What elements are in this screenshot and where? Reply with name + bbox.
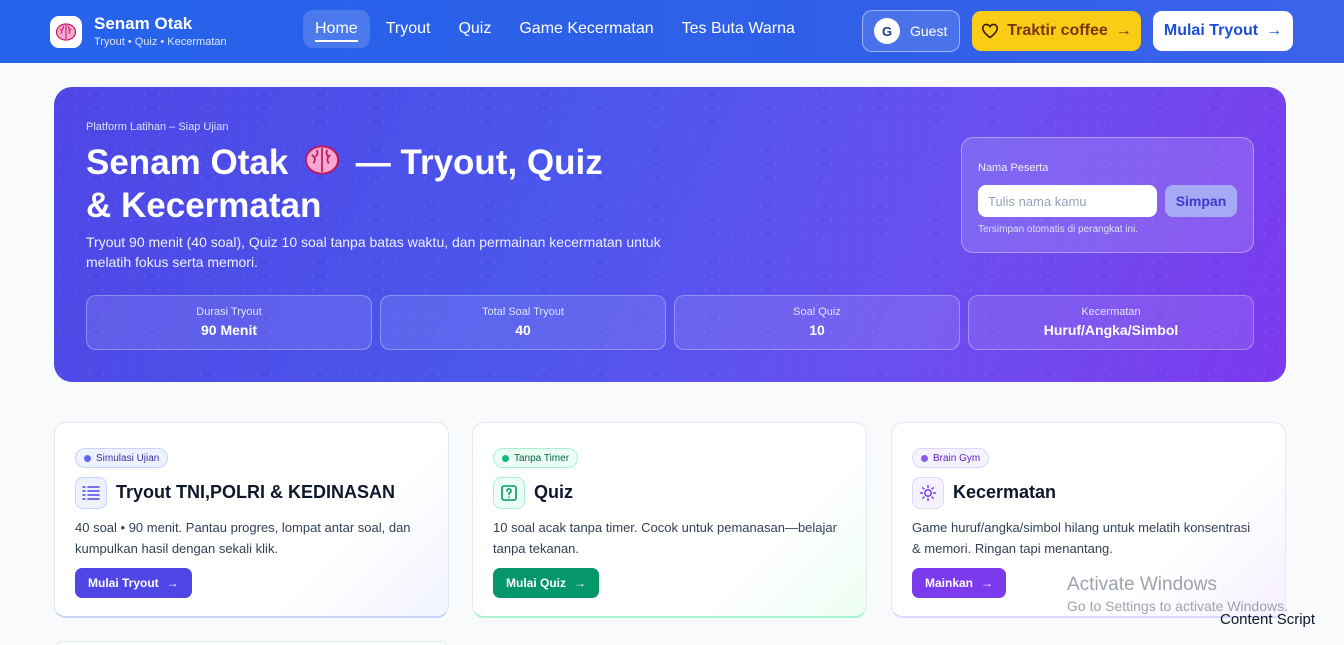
user-menu-button[interactable]: G Guest bbox=[862, 10, 960, 52]
stat-kecermatan: Kecermatan Huruf/Angka/Simbol bbox=[968, 295, 1254, 350]
start-tryout-label: Mulai Tryout bbox=[1163, 22, 1259, 39]
list-icon bbox=[75, 477, 107, 509]
hero-banner: Platform Latihan – Siap Ujian Senam Otak… bbox=[54, 87, 1286, 382]
nav-home-label: Home bbox=[315, 20, 358, 42]
start-tryout-card-button[interactable]: Mulai Tryout → bbox=[75, 568, 192, 598]
arrow-right-icon: → bbox=[981, 576, 994, 590]
nav-item-quiz[interactable]: Quiz bbox=[446, 10, 503, 48]
nav-item-home[interactable]: Home bbox=[303, 10, 370, 48]
card-title: Kecermatan bbox=[953, 482, 1057, 502]
name-label: Nama Peserta bbox=[978, 162, 1049, 174]
stat-label: Soal Quiz bbox=[793, 306, 841, 318]
button-label: Mulai Quiz bbox=[506, 576, 566, 590]
stat-label: Kecermatan bbox=[1081, 306, 1141, 318]
stat-durasi-tryout: Durasi Tryout 90 Menit bbox=[86, 295, 372, 350]
content-script-label: Content Script bbox=[1220, 611, 1316, 628]
nav-item-tes-buta-warna[interactable]: Tes Buta Warna bbox=[670, 10, 807, 48]
hero-title-part2: — Tryout, Quiz bbox=[355, 143, 603, 182]
arrow-right-icon: → bbox=[1115, 22, 1132, 39]
brand-title: Senam Otak bbox=[94, 14, 193, 33]
hero-title-part3: & Kecermatan bbox=[86, 186, 322, 226]
stat-value: 10 bbox=[809, 322, 825, 338]
card-description: 40 soal • 90 menit. Pantau progres, lomp… bbox=[75, 520, 411, 556]
brain-icon bbox=[50, 15, 82, 48]
heart-icon bbox=[982, 23, 999, 39]
status-badge: Simulasi Ujian bbox=[75, 448, 169, 468]
coffee-label: Traktir coffee bbox=[1007, 22, 1108, 39]
card-description: Game huruf/angka/simbol hilang untuk mel… bbox=[912, 520, 1251, 556]
hero-title: Senam Otak — Tryout, Quiz & Kecermatan bbox=[86, 143, 686, 226]
coffee-button[interactable]: Traktir coffee → bbox=[972, 11, 1141, 51]
nav-item-tryout[interactable]: Tryout bbox=[374, 10, 443, 48]
card-description: 10 soal acak tanpa timer. Cocok untuk pe… bbox=[493, 520, 837, 556]
status-badge: Brain Gym bbox=[912, 448, 990, 468]
activate-windows-watermark: Activate Windows Go to Settings to activ… bbox=[1067, 574, 1288, 614]
stat-label: Total Soal Tryout bbox=[482, 306, 564, 318]
participant-name-card: Nama Peserta Simpan Tersimpan otomatis d… bbox=[961, 137, 1254, 253]
watermark-title: Activate Windows bbox=[1067, 574, 1217, 595]
stat-value: Huruf/Angka/Simbol bbox=[1043, 322, 1179, 338]
card-quiz: Tanpa Timer Quiz 10 soal acak tanpa time… bbox=[472, 422, 867, 618]
stat-total-soal: Total Soal Tryout 40 bbox=[380, 295, 666, 350]
card-partial bbox=[54, 641, 449, 645]
arrow-right-icon: → bbox=[574, 576, 586, 590]
hero-eyebrow: Platform Latihan – Siap Ujian bbox=[86, 121, 229, 133]
stat-soal-quiz: Soal Quiz 10 bbox=[674, 295, 960, 350]
card-title: Tryout TNI,POLRI & KEDINASAN bbox=[116, 482, 396, 502]
main-nav: Home Tryout Quiz Game Kecermatan Tes But… bbox=[303, 10, 811, 48]
avatar: G bbox=[874, 18, 900, 44]
arrow-right-icon: → bbox=[1266, 22, 1283, 39]
button-label: Mainkan bbox=[925, 576, 974, 590]
play-kecermatan-button[interactable]: Mainkan → bbox=[912, 568, 1007, 598]
brand-subtitle: Tryout • Quiz • Kecermatan bbox=[94, 36, 227, 48]
start-quiz-button[interactable]: Mulai Quiz → bbox=[493, 568, 599, 598]
brain-icon bbox=[302, 143, 342, 186]
nav-item-game-kecermatan[interactable]: Game Kecermatan bbox=[507, 10, 665, 48]
button-label: Mulai Tryout bbox=[88, 576, 159, 590]
top-navbar: Senam Otak Tryout • Quiz • Kecermatan Ho… bbox=[0, 0, 1344, 63]
stat-label: Durasi Tryout bbox=[196, 306, 262, 318]
card-tryout: Simulasi Ujian Tryout TNI,POLRI & KEDINA… bbox=[54, 422, 449, 618]
stat-value: 40 bbox=[515, 322, 531, 338]
sun-icon bbox=[912, 477, 944, 509]
hero-title-part1: Senam Otak bbox=[86, 143, 289, 182]
user-name: Guest bbox=[910, 23, 948, 39]
brand[interactable]: Senam Otak Tryout • Quiz • Kecermatan bbox=[50, 15, 227, 48]
card-title: Quiz bbox=[534, 482, 573, 502]
start-tryout-button[interactable]: Mulai Tryout → bbox=[1153, 11, 1293, 51]
status-badge: Tanpa Timer bbox=[493, 448, 579, 468]
arrow-right-icon: → bbox=[166, 576, 179, 590]
participant-name-input[interactable] bbox=[978, 185, 1157, 217]
stat-value: 90 Menit bbox=[200, 322, 257, 338]
save-name-button[interactable]: Simpan bbox=[1165, 185, 1237, 217]
name-hint: Tersimpan otomatis di perangkat ini. bbox=[978, 224, 1139, 235]
hero-description: Tryout 90 menit (40 soal), Quiz 10 soal … bbox=[86, 234, 661, 270]
quiz-icon bbox=[493, 477, 525, 509]
